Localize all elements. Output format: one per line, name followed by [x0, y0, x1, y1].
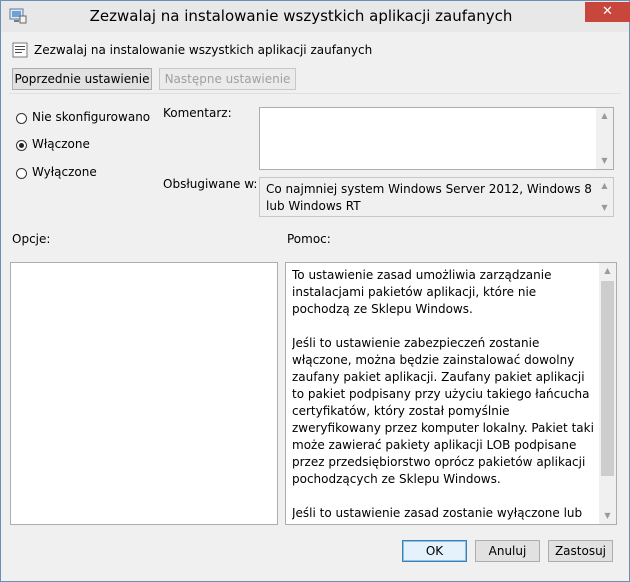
help-panel[interactable]: To ustawienie zasad umożliwia zarządzani…: [285, 262, 617, 525]
radio-not-configured-label[interactable]: Nie skonfigurowano: [32, 110, 150, 124]
radio-disabled-label[interactable]: Wyłączone: [32, 165, 97, 179]
scroll-down-icon[interactable]: ▼: [599, 508, 616, 524]
ok-button[interactable]: OK: [402, 540, 467, 562]
separator: [9, 93, 621, 94]
close-icon: ✕: [602, 4, 613, 19]
scroll-up-icon[interactable]: ▲: [599, 263, 616, 279]
radio-enabled-label[interactable]: Włączone: [32, 137, 90, 151]
supported-scrollbar[interactable]: ▲ ▼: [596, 178, 613, 216]
comment-textarea[interactable]: ▲ ▼: [259, 107, 614, 170]
close-button[interactable]: ✕: [585, 2, 630, 22]
scroll-up-icon[interactable]: ▲: [596, 178, 613, 194]
apply-button[interactable]: Zastosuj: [548, 540, 613, 562]
help-label: Pomoc:: [287, 232, 331, 246]
comment-label: Komentarz:: [163, 106, 232, 120]
scroll-up-icon[interactable]: ▲: [596, 108, 613, 124]
options-panel[interactable]: [10, 262, 278, 525]
supported-on-value: Co najmniej system Windows Server 2012, …: [266, 182, 592, 213]
comment-scrollbar[interactable]: ▲ ▼: [596, 108, 613, 169]
policy-name: Zezwalaj na instalowanie wszystkich apli…: [34, 43, 373, 57]
cancel-button[interactable]: Anuluj: [475, 540, 540, 562]
window-title: Zezwalaj na instalowanie wszystkich apli…: [89, 7, 513, 25]
help-text: To ustawienie zasad umożliwia zarządzani…: [292, 268, 594, 520]
radio-not-configured[interactable]: [16, 113, 27, 124]
radio-disabled[interactable]: [16, 168, 27, 179]
options-label: Opcje:: [12, 232, 51, 246]
scroll-down-icon[interactable]: ▼: [596, 200, 613, 216]
supported-on-field: Co najmniej system Windows Server 2012, …: [259, 177, 614, 217]
supported-on-label: Obsługiwane w:: [163, 177, 258, 191]
title-bar[interactable]: Zezwalaj na instalowanie wszystkich apli…: [1, 1, 630, 32]
radio-enabled[interactable]: [16, 140, 27, 151]
previous-setting-button[interactable]: Poprzednie ustawienie: [12, 68, 152, 90]
scroll-down-icon[interactable]: ▼: [596, 153, 613, 169]
policy-setting-icon: [12, 42, 28, 58]
help-scrollbar[interactable]: ▲ ▼: [599, 263, 616, 524]
next-setting-button[interactable]: Następne ustawienie: [159, 68, 296, 90]
help-scroll-thumb[interactable]: [601, 281, 614, 476]
